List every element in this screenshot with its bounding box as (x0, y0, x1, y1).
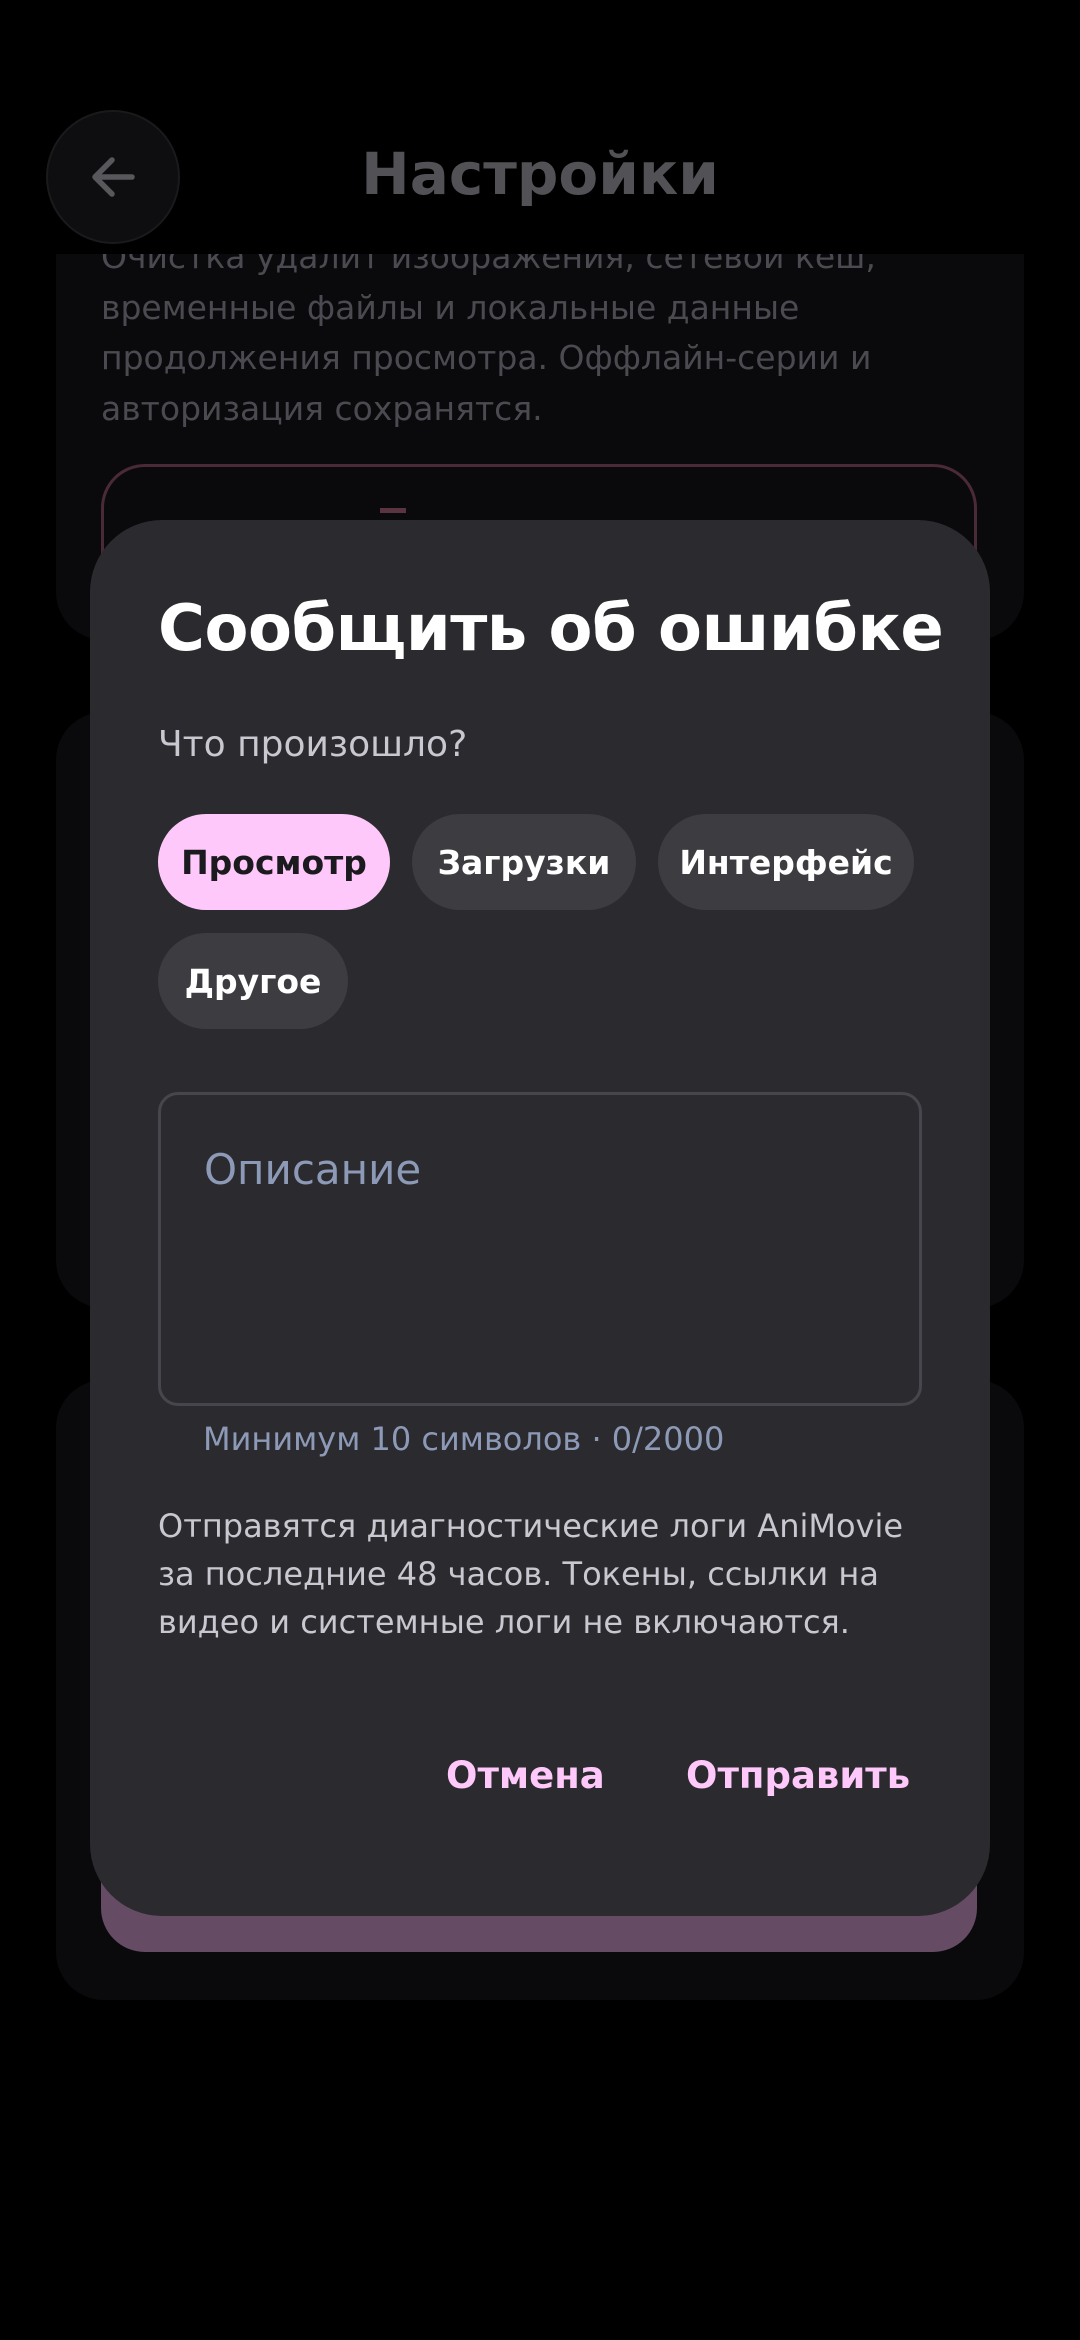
submit-button[interactable]: Отправить (676, 1748, 920, 1803)
category-chip-playback[interactable]: Просмотр (158, 814, 390, 910)
page-title: Настройки (361, 140, 719, 208)
category-chip-downloads[interactable]: Загрузки (412, 814, 636, 910)
cache-description: Очистка удалит изображения, сетевой кеш,… (101, 237, 876, 428)
character-counter: Минимум 10 символов · 0/2000 (203, 1420, 725, 1458)
description-input[interactable]: Описание (158, 1092, 922, 1406)
category-chip-other[interactable]: Другое (158, 933, 348, 1029)
description-placeholder: Описание (204, 1145, 422, 1194)
top-app-bar: Настройки (0, 0, 1080, 254)
report-error-dialog: Сообщить об ошибке Что произошло? Просмо… (90, 520, 990, 1916)
dialog-title: Сообщить об ошибке (158, 592, 944, 666)
category-chip-interface[interactable]: Интерфейс (658, 814, 914, 910)
cancel-button[interactable]: Отмена (436, 1748, 615, 1803)
question-label: Что произошло? (158, 724, 468, 765)
diagnostics-info-text: Отправятся диагностические логи AniMovie… (158, 1507, 904, 1641)
screen: Очистка удалит изображения, сетевой кеш,… (0, 0, 1080, 2340)
